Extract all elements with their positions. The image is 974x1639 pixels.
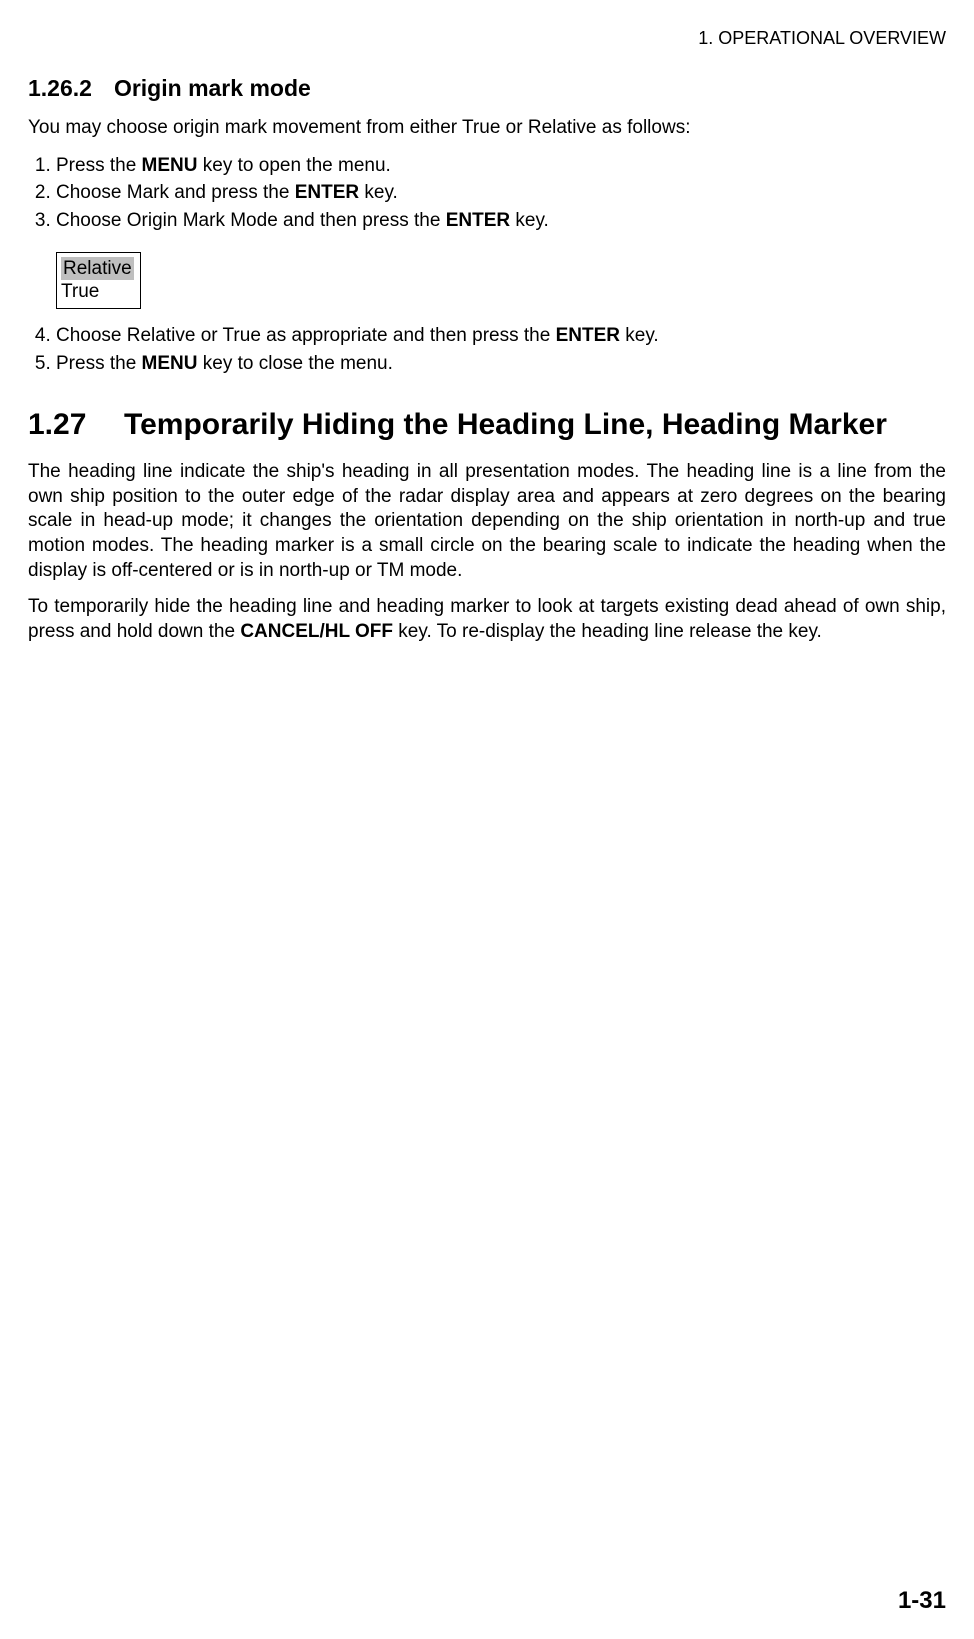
page: 1. OPERATIONAL OVERVIEW 1.26.2 Origin mar… xyxy=(0,0,974,1639)
key-menu: MENU xyxy=(142,353,198,374)
section-heading: 1.27Temporarily Hiding the Heading Line,… xyxy=(28,406,946,444)
section-number: 1.27 xyxy=(28,406,124,444)
key-menu: MENU xyxy=(142,155,198,176)
subsection-number: 1.26.2 xyxy=(28,75,92,102)
section-title: Temporarily Hiding the Heading Line, Hea… xyxy=(124,406,924,444)
key-enter: ENTER xyxy=(446,210,510,231)
step-4: Choose Relative or True as appropriate a… xyxy=(56,323,946,349)
key-enter: ENTER xyxy=(556,325,620,346)
paragraph-1: The heading line indicate the ship's hea… xyxy=(28,460,946,583)
step-5: Press the MENU key to close the menu. xyxy=(56,351,946,377)
option-true: True xyxy=(61,280,134,304)
step-3: Choose Origin Mark Mode and then press t… xyxy=(56,208,946,234)
subsection-title: Origin mark mode xyxy=(114,75,311,101)
steps-list-a: Press the MENU key to open the menu. Cho… xyxy=(28,153,946,234)
subsection-heading: 1.26.2 Origin mark mode xyxy=(28,75,946,102)
key-cancel-hl-off: CANCEL/HL OFF xyxy=(240,621,393,642)
running-header: 1. OPERATIONAL OVERVIEW xyxy=(28,28,946,49)
step-2: Choose Mark and press the ENTER key. xyxy=(56,180,946,206)
intro-text: You may choose origin mark movement from… xyxy=(28,116,946,141)
step-1: Press the MENU key to open the menu. xyxy=(56,153,946,179)
key-enter: ENTER xyxy=(295,182,359,203)
steps-list-b: Choose Relative or True as appropriate a… xyxy=(28,323,946,376)
page-number: 1-31 xyxy=(898,1587,946,1615)
option-box: Relative True xyxy=(56,252,141,310)
option-relative: Relative xyxy=(61,257,134,281)
paragraph-2: To temporarily hide the heading line and… xyxy=(28,595,946,644)
